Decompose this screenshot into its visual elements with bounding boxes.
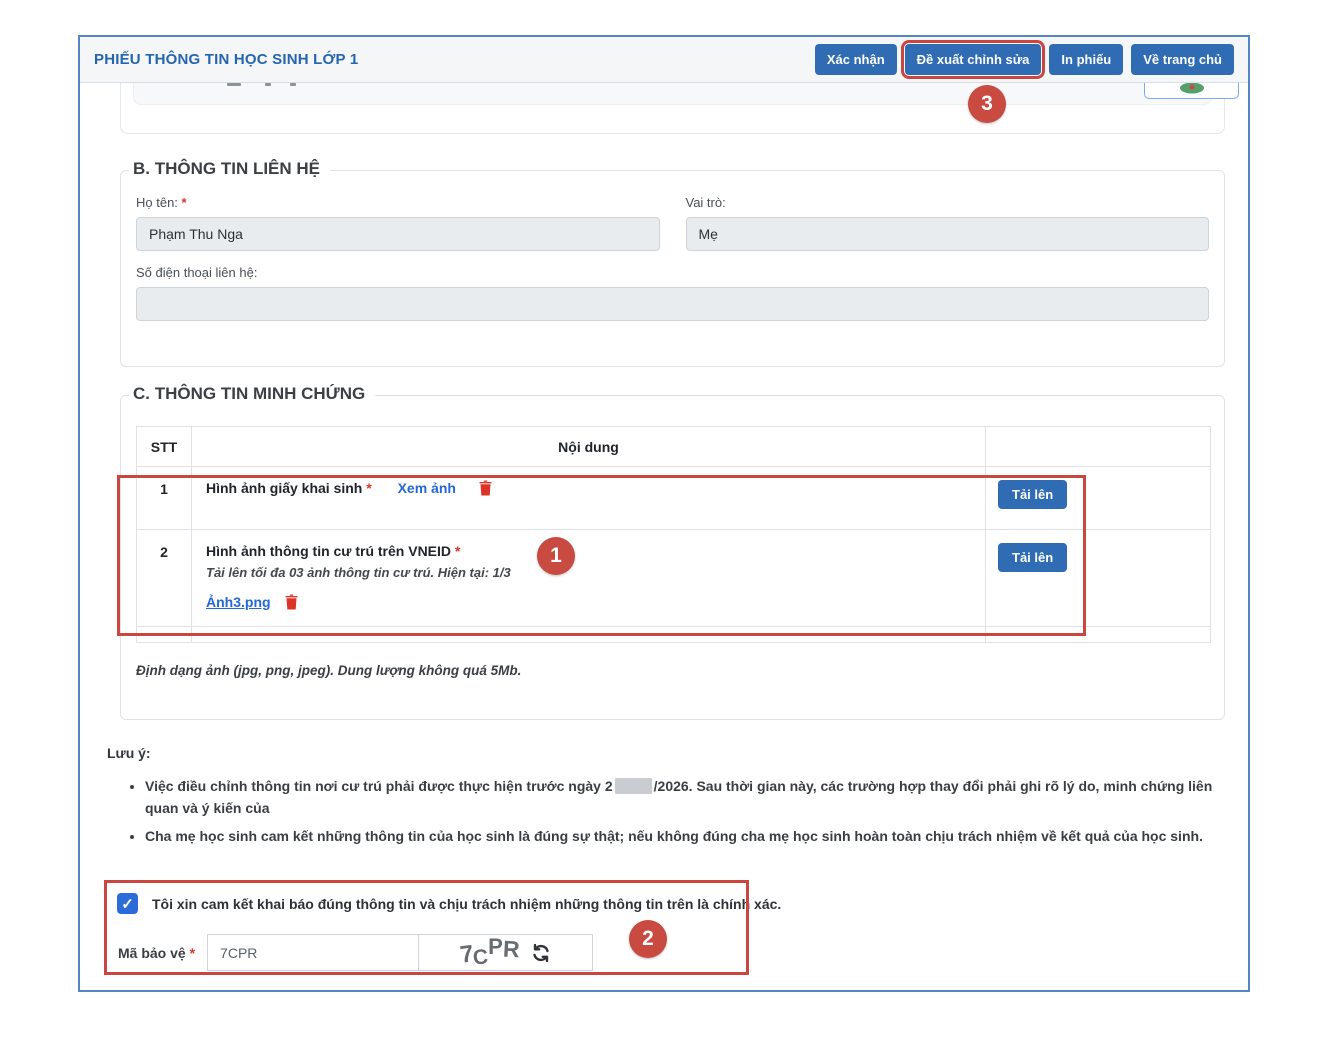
required-asterisk: * [190, 945, 195, 961]
captcha-char: C [472, 945, 489, 970]
commitment-label: Tôi xin cam kết khai báo đúng thông tin … [152, 896, 781, 912]
row2-title: Hình ảnh thông tin cư trú trên VNEID [206, 543, 451, 559]
captcha-input[interactable] [207, 934, 419, 971]
phone-field [136, 287, 1209, 321]
image-format-note: Định dạng ảnh (jpg, png, jpeg). Dung lượ… [136, 663, 1209, 678]
field-phone: Số điện thoại liên hệ: [136, 265, 1209, 321]
header-content: Nội dung [192, 427, 986, 467]
phone-label: Số điện thoại liên hệ: [136, 265, 1209, 280]
note-item-commitment: Cha mẹ học sinh cam kết những thông tin … [145, 826, 1229, 848]
required-asterisk: * [455, 543, 460, 559]
captcha-char: P [488, 934, 503, 960]
evidence-table: STT Nội dung 1 Hình ảnh giấy khai sinh *… [136, 426, 1211, 643]
commitment-checkbox[interactable]: ✓ [117, 893, 138, 914]
section-a-cropped-row [133, 83, 1212, 105]
upload-button[interactable]: Tải lên [998, 480, 1067, 509]
cropped-text-fragment [265, 83, 271, 86]
checkmark-icon: ✓ [121, 895, 134, 913]
row1-title: Hình ảnh giấy khai sinh [206, 480, 362, 496]
confirm-button[interactable]: Xác nhận [815, 44, 897, 75]
section-evidence-title: C. THÔNG TIN MINH CHỨNG [129, 384, 375, 404]
upload-button[interactable]: Tải lên [998, 543, 1067, 572]
page-title: PHIẾU THÔNG TIN HỌC SINH LỚP 1 [94, 51, 358, 68]
header-actions [986, 427, 1211, 467]
section-a-cropped-panel [120, 83, 1225, 134]
captcha-row: Mã bảo vệ * 7CPR [118, 934, 593, 971]
redacted-date [615, 778, 652, 794]
row2-index: 2 [137, 530, 192, 627]
captcha-char: R [502, 935, 520, 963]
table-row: 2 Hình ảnh thông tin cư trú trên VNEID *… [137, 530, 1211, 627]
row2-note: Tải lên tối đa 03 ảnh thông tin cư trú. … [206, 565, 971, 580]
fullname-field [136, 217, 660, 251]
view-image-link[interactable]: Xem ảnh [398, 480, 456, 496]
note-item-deadline: Việc điều chỉnh thông tin nơi cư trú phả… [145, 776, 1229, 819]
cropped-text-fragment [227, 83, 241, 86]
section-contact-title: B. THÔNG TIN LIÊN HỆ [129, 159, 330, 179]
field-role: Vai trò: [686, 195, 1210, 251]
top-bar-actions: Xác nhận Đề xuất chỉnh sửa In phiếu Về t… [815, 44, 1234, 75]
top-bar: PHIẾU THÔNG TIN HỌC SINH LỚP 1 Xác nhận … [80, 37, 1248, 83]
row2-actions: Tải lên [986, 530, 1211, 627]
row1-index: 1 [137, 467, 192, 530]
home-button[interactable]: Về trang chủ [1131, 44, 1234, 75]
table-row: 1 Hình ảnh giấy khai sinh * Xem ảnh Tải … [137, 467, 1211, 530]
notes-block: Lưu ý: Việc điều chỉnh thông tin nơi cư … [107, 745, 1229, 855]
annotation-step-2: 2 [629, 920, 667, 958]
role-field [686, 217, 1210, 251]
section-evidence: C. THÔNG TIN MINH CHỨNG STT Nội dung 1 H… [120, 395, 1225, 720]
print-form-button[interactable]: In phiếu [1049, 44, 1123, 75]
notes-title: Lưu ý: [107, 745, 1229, 761]
required-asterisk: * [182, 195, 187, 210]
commitment-row: ✓ Tôi xin cam kết khai báo đúng thông ti… [117, 893, 781, 914]
attachment-preview-button[interactable] [1144, 83, 1239, 99]
required-asterisk: * [366, 480, 371, 496]
table-spacer-row [137, 627, 1211, 643]
field-fullname: Họ tên: * [136, 195, 660, 251]
row1-actions: Tải lên [986, 467, 1211, 530]
delete-icon[interactable] [284, 594, 299, 610]
captcha-image: 7CPR [419, 934, 593, 971]
refresh-captcha-icon[interactable] [531, 943, 551, 963]
uploaded-file-link[interactable]: Ảnh3.png [206, 594, 271, 610]
form-window: PHIẾU THÔNG TIN HỌC SINH LỚP 1 Xác nhận … [78, 35, 1250, 992]
image-icon [1179, 83, 1205, 95]
propose-edit-button[interactable]: Đề xuất chỉnh sửa [905, 44, 1042, 75]
cropped-text-fragment [290, 83, 296, 86]
captcha-label: Mã bảo vệ * [118, 945, 195, 961]
section-contact: B. THÔNG TIN LIÊN HỆ Họ tên: * Vai trò: … [120, 170, 1225, 367]
row2-content: Hình ảnh thông tin cư trú trên VNEID * T… [192, 530, 986, 627]
role-label: Vai trò: [686, 195, 1210, 210]
form-content: B. THÔNG TIN LIÊN HỆ Họ tên: * Vai trò: … [80, 83, 1248, 988]
fullname-label: Họ tên: * [136, 195, 660, 210]
row1-content: Hình ảnh giấy khai sinh * Xem ảnh [192, 467, 986, 530]
delete-icon[interactable] [478, 480, 493, 496]
header-stt: STT [137, 427, 192, 467]
table-header-row: STT Nội dung [137, 427, 1211, 467]
